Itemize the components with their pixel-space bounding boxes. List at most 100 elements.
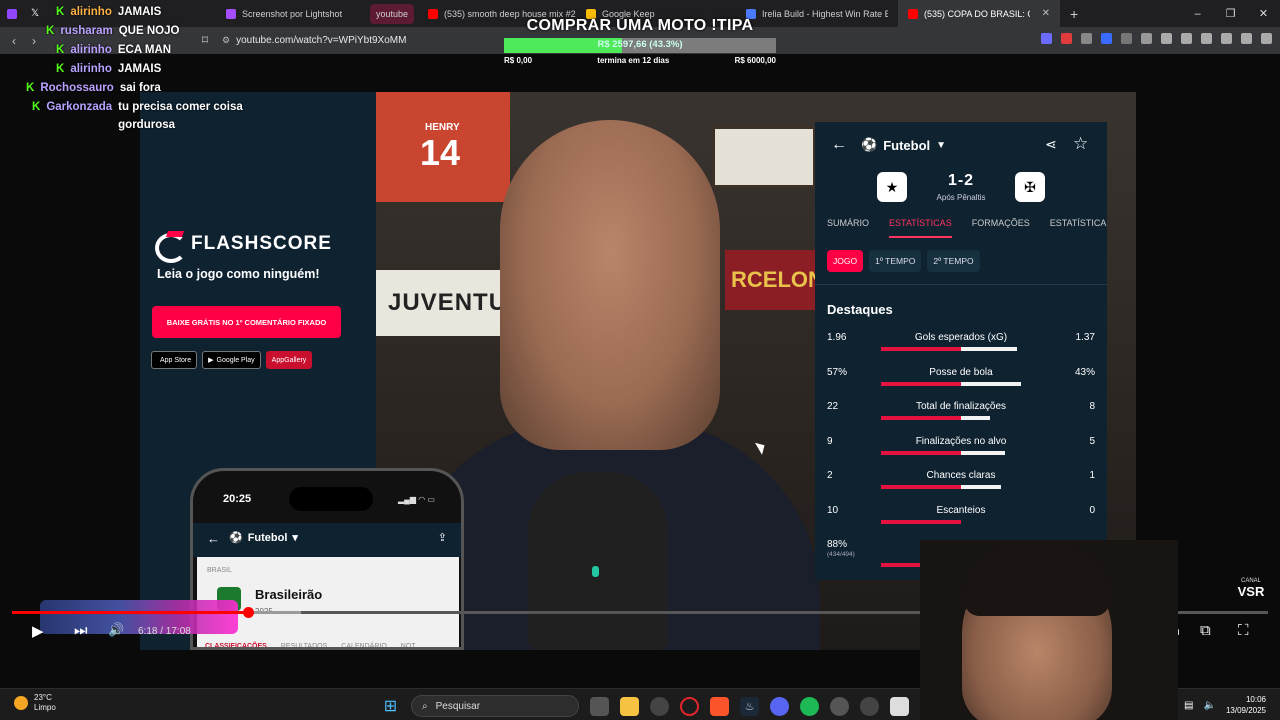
- webcam-overlay: [920, 540, 1178, 720]
- windows-start-icon[interactable]: ⊞: [381, 697, 400, 716]
- close-window-button[interactable]: ✕: [1247, 0, 1280, 27]
- twitch-icon: [7, 8, 17, 19]
- app-icon[interactable]: [860, 696, 879, 716]
- phone-notch: [289, 487, 373, 511]
- ball-icon: ⚽: [861, 137, 878, 152]
- chat-user: Garkonzada: [46, 101, 113, 113]
- weather-widget[interactable]: 23°C Limpo: [14, 693, 56, 713]
- notepad-icon[interactable]: [890, 696, 909, 716]
- fullscreen-icon[interactable]: ⛶: [1238, 622, 1249, 639]
- play-icon[interactable]: ▶: [32, 622, 44, 640]
- stat-home-bar: [881, 347, 961, 351]
- app-icon[interactable]: [830, 696, 849, 716]
- tab-sumario: SUMÁRIO: [827, 218, 870, 228]
- discord-icon[interactable]: [770, 696, 789, 716]
- system-tray: ▤ 🔈 10:06 13/09/2025: [1184, 694, 1266, 716]
- promo-cta-button: BAIXE GRÁTIS NO 1º COMENTÁRIO FIXADO: [152, 306, 341, 338]
- panel-tabs: SUMÁRIO ESTATÍSTICAS FORMAÇÕES ESTATÍSTI…: [827, 218, 1106, 238]
- cast-icon[interactable]: ⧉: [1200, 622, 1211, 639]
- weather-condition: Limpo: [34, 703, 56, 712]
- clock[interactable]: 10:06 13/09/2025: [1226, 694, 1266, 716]
- youtube-icon: [428, 8, 439, 19]
- phone-tab: CLASSIFICAÇÕES: [205, 643, 267, 650]
- stat-away-value: 1: [1089, 470, 1095, 481]
- goal-title: COMPRAR UMA MOTO !TIPA: [526, 17, 754, 34]
- menu-icon[interactable]: [1261, 33, 1272, 44]
- forward-icon[interactable]: ›: [24, 34, 44, 48]
- section-title: Destaques: [827, 302, 893, 317]
- stat-name: Gols esperados (xG): [914, 332, 1008, 343]
- tab-copa-do-brasil[interactable]: (535) COPA DO BRASIL: CRUZEIRO ✕: [898, 0, 1061, 27]
- chrome-icon[interactable]: [650, 696, 669, 716]
- sun-icon: [14, 696, 28, 710]
- extension-icon[interactable]: [1121, 33, 1132, 44]
- steam-icon[interactable]: ♨: [740, 696, 759, 716]
- stat-name: Total de finalizações: [915, 401, 1007, 412]
- extension-icon[interactable]: [1041, 33, 1052, 44]
- share-icon: ⇪: [437, 532, 447, 544]
- tab-x[interactable]: 𝕏: [24, 0, 48, 27]
- stat-home-bar: [881, 485, 961, 489]
- sport-label: Futebol: [883, 137, 931, 153]
- taskbar-search[interactable]: ⌕ Pesquisar: [411, 695, 579, 717]
- kick-badge-icon: K: [46, 25, 55, 37]
- extension-icon[interactable]: [1081, 33, 1092, 44]
- match-score: 1-2: [947, 172, 975, 189]
- kick-badge-icon: K: [56, 63, 65, 75]
- back-icon[interactable]: ‹: [4, 34, 24, 48]
- brave-icon[interactable]: [710, 696, 729, 716]
- file-explorer-icon[interactable]: [620, 696, 639, 716]
- next-icon[interactable]: ⏭: [74, 622, 88, 639]
- kick-badge-icon: K: [56, 6, 65, 18]
- stat-name: Finalizações no alvo: [915, 435, 1007, 447]
- search-icon: ⌕: [422, 700, 428, 712]
- caret-down-icon: ▼: [936, 139, 947, 151]
- goal-start: R$ 0,00: [504, 56, 533, 65]
- volume-icon[interactable]: 🔊: [108, 622, 124, 638]
- extension-icon[interactable]: [1101, 33, 1112, 44]
- goal-amount: R$ 2597,66 (43.3%): [597, 39, 683, 50]
- minimize-button[interactable]: –: [1181, 0, 1214, 27]
- stat-row: 57% Posse de bola 43%: [827, 367, 1095, 397]
- task-view-icon[interactable]: [590, 696, 609, 716]
- vpn-icon[interactable]: [1241, 33, 1252, 44]
- new-tab-button[interactable]: +: [1060, 0, 1088, 27]
- opera-icon[interactable]: [680, 696, 699, 716]
- music-icon[interactable]: [1161, 33, 1172, 44]
- extension-icon[interactable]: [1141, 33, 1152, 44]
- sidebar-icon[interactable]: [1181, 33, 1192, 44]
- tab-lightshot[interactable]: Screenshot por Lightshot: [216, 0, 366, 27]
- chat-message: sai fora: [119, 82, 161, 94]
- phone-country: BRASIL: [207, 567, 232, 574]
- chat-user: alirinho: [70, 63, 112, 75]
- network-icon[interactable]: ▤: [1184, 700, 1193, 711]
- goal-progress-bar: R$ 2597,66 (43.3%): [504, 38, 776, 53]
- close-tab-icon[interactable]: ✕: [1042, 8, 1050, 19]
- bookmark-icon[interactable]: ⌑: [195, 33, 215, 47]
- scrubber-handle[interactable]: [243, 607, 254, 618]
- stat-away-value: 43%: [1074, 366, 1095, 378]
- tab-twitch[interactable]: [0, 0, 24, 27]
- tab-group-youtube[interactable]: youtube: [370, 3, 415, 24]
- leo-icon[interactable]: [1221, 33, 1232, 44]
- tab-label: (535) COPA DO BRASIL: CRUZEIRO: [924, 8, 1030, 19]
- site-info-icon[interactable]: ⚙: [222, 35, 230, 46]
- url-field[interactable]: ⚙ youtube.com/watch?v=WPiYbt9XoMM: [222, 32, 492, 49]
- stat-home-bar: [881, 519, 961, 524]
- phone-sport-label: Futebol: [247, 531, 288, 544]
- chat-line: K Garkonzada tu precisa comer coisa gordur…: [32, 98, 258, 134]
- store-label: AppGallery: [271, 356, 307, 364]
- extension-icon[interactable]: [1061, 33, 1072, 44]
- x-icon: 𝕏: [31, 8, 40, 19]
- mic-light: [592, 566, 599, 577]
- speaker-icon[interactable]: 🔈: [1204, 700, 1216, 711]
- chat-message: JAMAIS: [117, 6, 162, 18]
- stat-row: 10 Escanteios 0: [827, 505, 1095, 535]
- maximize-button[interactable]: ❐: [1214, 0, 1247, 27]
- stat-row: 1.96 Gols esperados (xG) 1.37: [827, 332, 1095, 362]
- stat-away-bar: [961, 450, 1006, 455]
- spotify-icon[interactable]: [800, 696, 819, 716]
- wallet-icon[interactable]: [1201, 33, 1212, 44]
- phone-sport-selector: ⚽ Futebol ▾: [229, 531, 298, 545]
- sport-selector: ⚽ Futebol ▼: [861, 137, 946, 153]
